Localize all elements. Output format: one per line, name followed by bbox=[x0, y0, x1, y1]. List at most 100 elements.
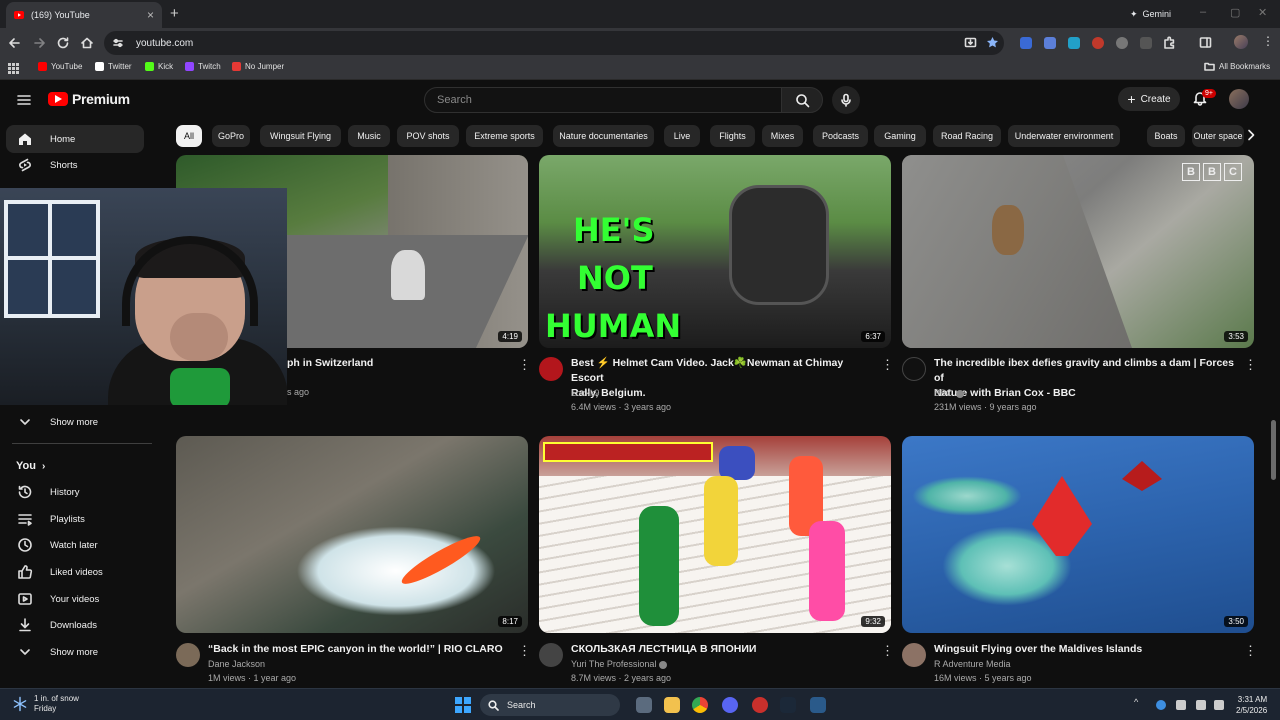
sidebar-item-shorts[interactable]: Shorts bbox=[6, 151, 144, 179]
bookmark-kick[interactable]: Kick bbox=[145, 62, 173, 71]
video-menu-icon[interactable]: ⋮ bbox=[881, 643, 894, 659]
bookmark-twitch[interactable]: Twitch bbox=[185, 62, 221, 71]
reload-icon[interactable] bbox=[55, 35, 71, 51]
windows-start-icon[interactable] bbox=[455, 697, 471, 713]
chip-music[interactable]: Music bbox=[348, 125, 390, 147]
you-section-header[interactable]: You › bbox=[16, 460, 45, 472]
chip-road-racing[interactable]: Road Racing bbox=[933, 125, 1001, 147]
chip-gopro[interactable]: GoPro bbox=[212, 125, 250, 147]
search-input[interactable]: Search bbox=[424, 87, 782, 113]
bookmark-youtube[interactable]: YouTube bbox=[38, 62, 82, 71]
show-more-button[interactable]: Show more bbox=[6, 408, 144, 436]
steam-icon[interactable] bbox=[780, 697, 796, 713]
rsi-launcher-icon[interactable] bbox=[810, 697, 826, 713]
minimize-icon[interactable]: – bbox=[1200, 6, 1206, 18]
back-icon[interactable] bbox=[7, 35, 23, 51]
channel-name[interactable]: Yuri The Professional bbox=[571, 659, 668, 669]
channel-avatar[interactable] bbox=[539, 643, 563, 667]
chip-gaming[interactable]: Gaming bbox=[874, 125, 926, 147]
chip-live[interactable]: Live bbox=[664, 125, 700, 147]
sidebar-item-playlists[interactable]: Playlists bbox=[6, 505, 144, 533]
sidebar-item-your-videos[interactable]: Your videos bbox=[6, 585, 144, 613]
search-button[interactable] bbox=[781, 87, 823, 113]
forward-icon[interactable] bbox=[31, 35, 47, 51]
tab-close-icon[interactable]: × bbox=[147, 8, 154, 22]
extension-3-icon[interactable] bbox=[1068, 37, 1080, 49]
chip-nature-documentaries[interactable]: Nature documentaries bbox=[553, 125, 654, 147]
video-thumbnail-3[interactable]: BBC 3:53 bbox=[902, 155, 1254, 348]
chip-underwater-environment[interactable]: Underwater environment bbox=[1008, 125, 1120, 147]
bookmark-twitter[interactable]: Twitter bbox=[95, 62, 132, 71]
video-title-6[interactable]: Wingsuit Flying over the Maldives Island… bbox=[934, 642, 1142, 657]
video-menu-icon[interactable]: ⋮ bbox=[518, 643, 531, 659]
video-menu-icon[interactable]: ⋮ bbox=[518, 357, 531, 373]
browser-tab[interactable]: (169) YouTube × bbox=[6, 2, 162, 28]
video-title-3[interactable]: The incredible ibex defies gravity and c… bbox=[934, 356, 1234, 401]
weather-widget[interactable]: 1 in. of snow Friday bbox=[12, 694, 79, 714]
microphone-tray-icon[interactable] bbox=[1176, 700, 1186, 710]
obs-icon[interactable] bbox=[752, 697, 768, 713]
tray-app-icon[interactable] bbox=[1156, 700, 1166, 710]
apps-grid-icon[interactable] bbox=[8, 63, 19, 74]
chip-extreme-sports[interactable]: Extreme sports bbox=[466, 125, 543, 147]
voice-search-button[interactable] bbox=[832, 86, 860, 114]
extension-5-icon[interactable] bbox=[1116, 37, 1128, 49]
gemini-button[interactable]: ✦ Gemini bbox=[1120, 5, 1181, 23]
channel-avatar[interactable] bbox=[176, 643, 200, 667]
channel-name[interactable]: Lockk9 bbox=[571, 388, 600, 398]
all-bookmarks-button[interactable]: All Bookmarks bbox=[1204, 62, 1270, 71]
youtube-logo[interactable]: Premium bbox=[48, 91, 130, 107]
discord-icon[interactable] bbox=[722, 697, 738, 713]
browser-menu-icon[interactable]: ⋮ bbox=[1262, 34, 1274, 48]
taskbar-search[interactable]: Search bbox=[480, 694, 620, 716]
chip-podcasts[interactable]: Podcasts bbox=[813, 125, 868, 147]
extensions-puzzle-icon[interactable] bbox=[1163, 36, 1176, 49]
show-more-you-button[interactable]: Show more bbox=[6, 638, 144, 666]
video-menu-icon[interactable]: ⋮ bbox=[1244, 357, 1257, 373]
video-menu-icon[interactable]: ⋮ bbox=[881, 357, 894, 373]
video-title-2[interactable]: Best ⚡ Helmet Cam Video. Jack☘️Newman at… bbox=[571, 356, 871, 401]
page-scrollbar[interactable] bbox=[1271, 420, 1276, 480]
url-bar[interactable]: youtube.com bbox=[104, 31, 1004, 55]
taskbar-clock[interactable]: 3:31 AM 2/5/2026 bbox=[1236, 694, 1267, 716]
channel-name[interactable]: Dane Jackson bbox=[208, 659, 265, 669]
channel-avatar[interactable] bbox=[539, 357, 563, 381]
restore-icon[interactable]: ▢ bbox=[1230, 6, 1240, 19]
channel-avatar[interactable] bbox=[902, 643, 926, 667]
install-app-icon[interactable] bbox=[964, 36, 977, 49]
volume-icon[interactable] bbox=[1214, 700, 1224, 710]
sidebar-item-liked-videos[interactable]: Liked videos bbox=[6, 558, 144, 586]
sidebar-item-watch-later[interactable]: Watch later bbox=[6, 531, 144, 559]
new-tab-icon[interactable]: + bbox=[170, 5, 179, 22]
chip-boats[interactable]: Boats bbox=[1147, 125, 1185, 147]
chip-outer-space[interactable]: Outer space bbox=[1192, 125, 1244, 147]
task-view-icon[interactable] bbox=[636, 697, 652, 713]
bookmark-no-jumper[interactable]: No Jumper bbox=[232, 62, 284, 71]
sidebar-item-home[interactable]: Home bbox=[6, 125, 144, 153]
channel-avatar[interactable] bbox=[902, 357, 926, 381]
chrome-icon[interactable] bbox=[692, 697, 708, 713]
channel-name[interactable]: BBC bbox=[934, 388, 964, 398]
window-close-icon[interactable]: ✕ bbox=[1258, 6, 1267, 19]
chips-next-chevron-icon[interactable] bbox=[1244, 128, 1258, 142]
site-info-icon[interactable] bbox=[112, 37, 124, 49]
video-menu-icon[interactable]: ⋮ bbox=[1244, 643, 1257, 659]
network-icon[interactable] bbox=[1196, 700, 1206, 710]
video-title-1[interactable]: ph in Switzerland bbox=[287, 356, 373, 371]
video-title-5[interactable]: СКОЛЬЗКАЯ ЛЕСТНИЦА В ЯПОНИИ bbox=[571, 642, 756, 657]
create-button[interactable]: + Create bbox=[1118, 87, 1180, 111]
profile-avatar-icon[interactable] bbox=[1234, 35, 1248, 49]
chip-wingsuit-flying[interactable]: Wingsuit Flying bbox=[260, 125, 341, 147]
chip-all[interactable]: All bbox=[176, 125, 202, 147]
video-title-4[interactable]: “Back in the most EPIC canyon in the wor… bbox=[208, 642, 503, 657]
chip-mixes[interactable]: Mixes bbox=[762, 125, 803, 147]
chip-pov-shots[interactable]: POV shots bbox=[397, 125, 459, 147]
sidebar-item-downloads[interactable]: Downloads bbox=[6, 611, 144, 639]
tray-overflow-icon[interactable]: ^ bbox=[1134, 697, 1144, 707]
channel-name[interactable]: R Adventure Media bbox=[934, 659, 1011, 669]
account-avatar[interactable] bbox=[1229, 89, 1249, 109]
sidebar-item-history[interactable]: History bbox=[6, 478, 144, 506]
video-thumbnail-4[interactable]: 8:17 bbox=[176, 436, 528, 633]
extension-1-icon[interactable] bbox=[1020, 37, 1032, 49]
extension-4-icon[interactable] bbox=[1092, 37, 1104, 49]
